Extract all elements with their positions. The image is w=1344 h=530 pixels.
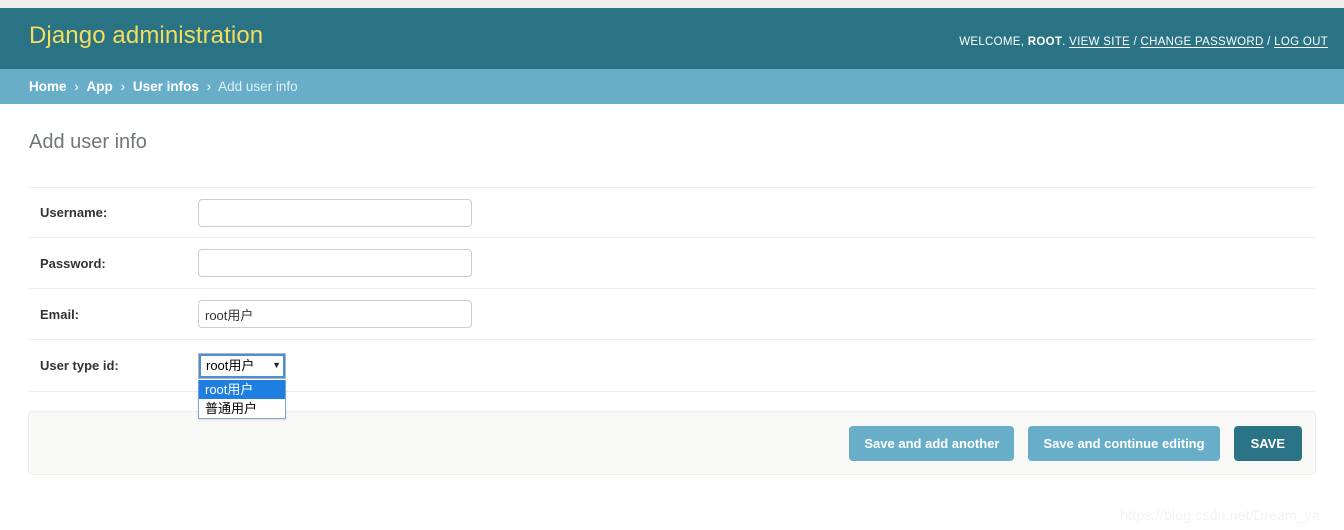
view-site-link[interactable]: VIEW SITE [1069, 36, 1130, 48]
change-password-link[interactable]: CHANGE PASSWORD [1141, 36, 1264, 48]
admin-header: Django administration WELCOME, ROOT. VIE… [0, 8, 1344, 69]
form-row-password: Password: [28, 238, 1316, 289]
submit-row: Save and add another Save and continue e… [28, 411, 1316, 475]
branding-title[interactable]: Django administration [29, 24, 263, 48]
email-label: Email: [40, 306, 80, 322]
form-row-email: Email: [28, 289, 1316, 340]
user-tools-separator-2: / [1267, 36, 1271, 48]
user-type-id-select-wrapper: root用户 ▼ root用户 普通用户 [198, 352, 286, 419]
breadcrumb: Home › App › User infos › Add user info [0, 69, 1344, 104]
watermark: https://blog.csdn.net/Dream_ya [1120, 507, 1320, 523]
password-input[interactable] [198, 249, 472, 277]
current-username: ROOT [1027, 36, 1063, 48]
breadcrumb-item-app[interactable]: App [87, 79, 113, 94]
username-input[interactable] [198, 198, 472, 227]
breadcrumb-item-user-infos[interactable]: User infos [133, 79, 199, 94]
user-tools-separator-1: / [1133, 36, 1137, 48]
form-row-user-type-id: User type id: root用户 ▼ root用户 普通用户 [28, 340, 1316, 419]
breadcrumb-item-current: Add user info [218, 79, 298, 94]
breadcrumb-separator-2: › [120, 79, 126, 94]
log-out-link[interactable]: LOG OUT [1274, 36, 1328, 48]
breadcrumb-item-home[interactable]: Home [29, 79, 67, 94]
select-option-root-user[interactable]: root用户 [199, 379, 285, 399]
save-and-add-another-button[interactable]: Save and add another [849, 425, 1015, 461]
add-user-info-form: Username: Password: Email: User type id:… [28, 187, 1316, 419]
password-label: Password: [40, 255, 106, 271]
chevron-down-icon: ▼ [272, 360, 281, 370]
user-type-id-label: User type id: [40, 358, 119, 373]
top-strip [0, 0, 1344, 8]
breadcrumb-separator-1: › [74, 79, 79, 94]
welcome-period: . [1062, 36, 1066, 48]
main-content: Add user info Username: Password: Email:… [0, 104, 1344, 475]
email-input[interactable] [198, 300, 472, 328]
user-type-id-option-list: root用户 普通用户 [198, 379, 286, 419]
save-button[interactable]: SAVE [1233, 425, 1302, 461]
select-option-normal-user[interactable]: 普通用户 [199, 399, 285, 418]
user-tools: WELCOME, ROOT. VIEW SITE / CHANGE PASSWO… [959, 36, 1328, 48]
page-title: Add user info [29, 131, 147, 153]
form-row-username: Username: [28, 187, 1316, 238]
branding[interactable]: Django administration [29, 24, 263, 48]
user-type-id-select[interactable]: root用户 ▼ [198, 352, 286, 379]
breadcrumb-separator-3: › [206, 79, 212, 94]
username-label: Username: [40, 205, 108, 220]
welcome-text: WELCOME, [959, 36, 1025, 48]
user-type-id-selected-value: root用户 [206, 359, 255, 372]
save-and-continue-editing-button[interactable]: Save and continue editing [1028, 425, 1220, 461]
